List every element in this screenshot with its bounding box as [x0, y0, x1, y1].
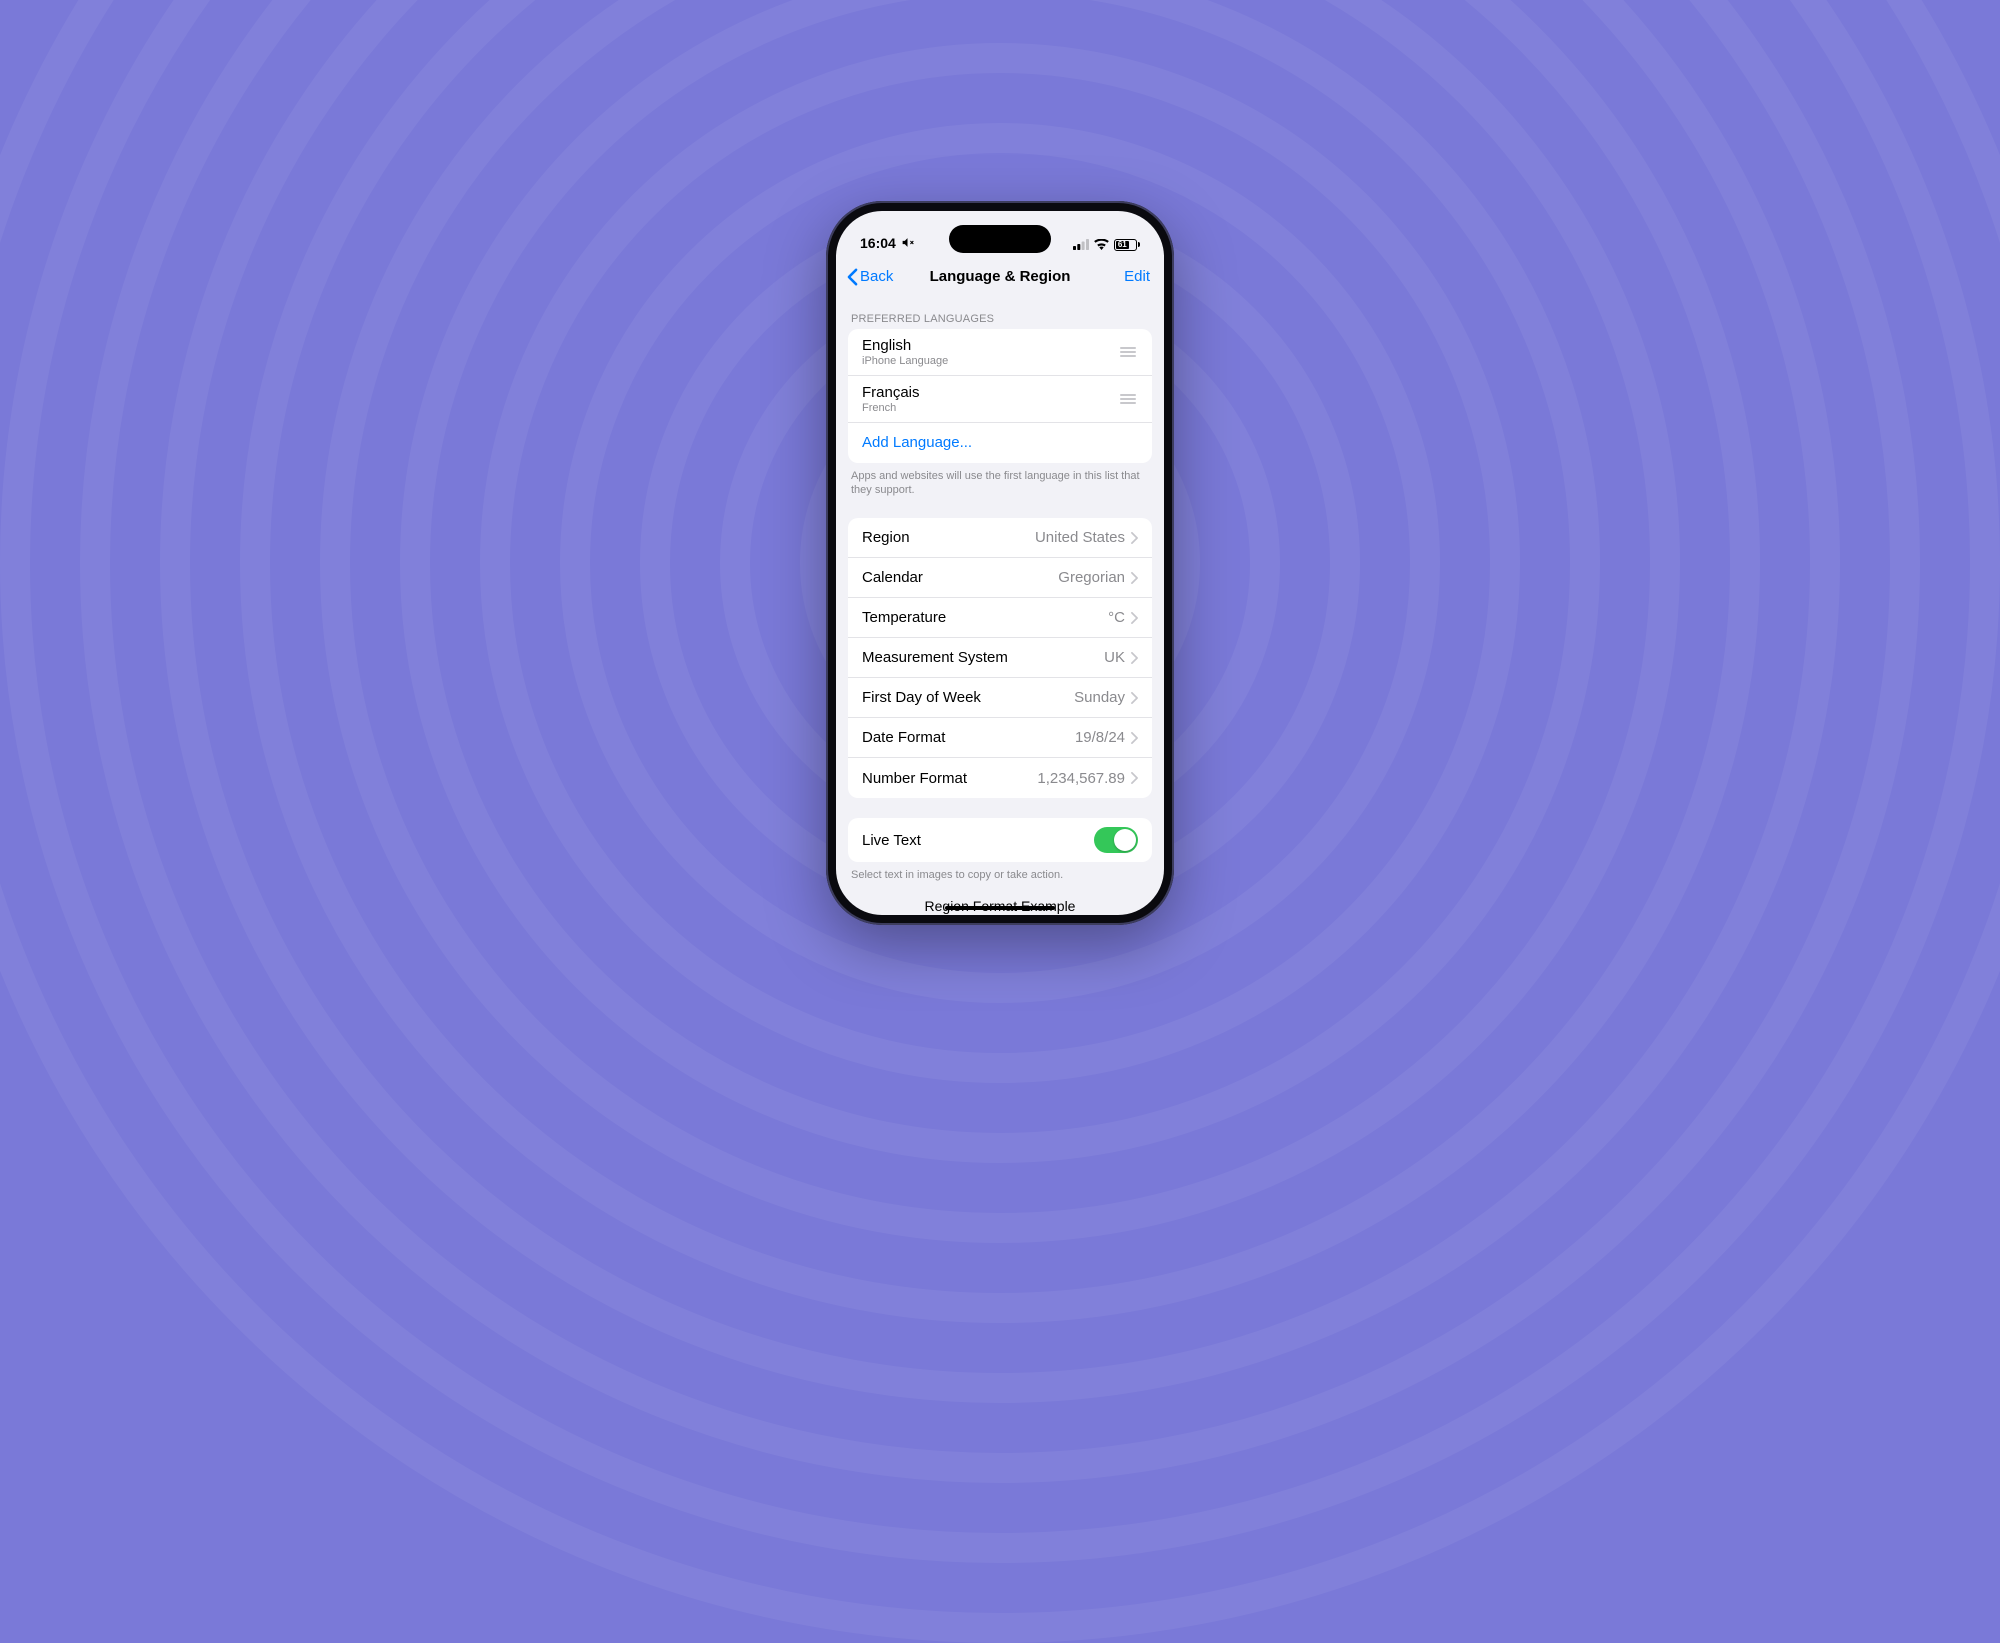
chevron-right-icon: [1131, 692, 1138, 704]
nav-bar: Back Language & Region Edit: [836, 255, 1164, 299]
add-language-label: Add Language...: [862, 434, 972, 451]
language-title: English: [862, 337, 1120, 354]
row-label: Date Format: [862, 729, 1075, 746]
livetext-label: Live Text: [862, 832, 1094, 849]
row-value: °C: [1108, 609, 1125, 626]
preferred-languages-header: PREFERRED LANGUAGES: [836, 299, 1164, 329]
livetext-group: Live Text: [848, 818, 1152, 862]
row-value: 1,234,567.89: [1037, 770, 1125, 787]
wifi-icon: [1094, 239, 1109, 250]
content-scroll[interactable]: PREFERRED LANGUAGES English iPhone Langu…: [836, 299, 1164, 915]
row-label: Region: [862, 529, 1035, 546]
row-label: First Day of Week: [862, 689, 1074, 706]
screen: 16:04 61 Back Language & Region Edit PRE…: [836, 211, 1164, 915]
chevron-right-icon: [1131, 652, 1138, 664]
dynamic-island: [949, 225, 1051, 253]
row-value: Gregorian: [1058, 569, 1125, 586]
region-settings-group: Region United States Calendar Gregorian …: [848, 518, 1152, 798]
dateformat-row[interactable]: Date Format 19/8/24: [848, 718, 1152, 758]
chevron-right-icon: [1131, 532, 1138, 544]
numberformat-row[interactable]: Number Format 1,234,567.89: [848, 758, 1152, 798]
livetext-footer: Select text in images to copy or take ac…: [836, 862, 1164, 883]
battery-icon: 61: [1114, 239, 1140, 251]
calendar-row[interactable]: Calendar Gregorian: [848, 558, 1152, 598]
language-subtitle: French: [862, 402, 1120, 414]
region-row[interactable]: Region United States: [848, 518, 1152, 558]
reorder-handle-icon[interactable]: [1120, 394, 1138, 404]
chevron-right-icon: [1131, 732, 1138, 744]
row-value: Sunday: [1074, 689, 1125, 706]
row-value: UK: [1104, 649, 1125, 666]
language-title: Français: [862, 384, 1120, 401]
languages-footer: Apps and websites will use the first lan…: [836, 463, 1164, 499]
row-label: Number Format: [862, 770, 1037, 787]
chevron-right-icon: [1131, 572, 1138, 584]
row-label: Calendar: [862, 569, 1058, 586]
back-label: Back: [860, 268, 893, 285]
silent-icon: [901, 236, 914, 249]
language-subtitle: iPhone Language: [862, 355, 1120, 367]
chevron-left-icon: [846, 268, 859, 286]
livetext-row: Live Text: [848, 818, 1152, 862]
home-indicator[interactable]: [945, 906, 1055, 910]
row-label: Temperature: [862, 609, 1108, 626]
measurement-row[interactable]: Measurement System UK: [848, 638, 1152, 678]
chevron-right-icon: [1131, 612, 1138, 624]
add-language-button[interactable]: Add Language...: [848, 423, 1152, 463]
languages-group: English iPhone Language Français French …: [848, 329, 1152, 463]
firstday-row[interactable]: First Day of Week Sunday: [848, 678, 1152, 718]
chevron-right-icon: [1131, 772, 1138, 784]
cellular-icon: [1073, 239, 1089, 250]
row-value: 19/8/24: [1075, 729, 1125, 746]
region-format-example: Region Format Example 00:34 Monday, Augu…: [836, 883, 1164, 914]
row-value: United States: [1035, 529, 1125, 546]
reorder-handle-icon[interactable]: [1120, 347, 1138, 357]
status-time: 16:04: [860, 235, 896, 251]
phone-frame: 16:04 61 Back Language & Region Edit PRE…: [826, 201, 1174, 925]
livetext-toggle[interactable]: [1094, 827, 1138, 853]
nav-title: Language & Region: [930, 268, 1071, 285]
temperature-row[interactable]: Temperature °C: [848, 598, 1152, 638]
edit-button[interactable]: Edit: [1124, 268, 1154, 285]
language-row-francais[interactable]: Français French: [848, 376, 1152, 423]
language-row-english[interactable]: English iPhone Language: [848, 329, 1152, 376]
back-button[interactable]: Back: [846, 268, 893, 286]
row-label: Measurement System: [862, 649, 1104, 666]
